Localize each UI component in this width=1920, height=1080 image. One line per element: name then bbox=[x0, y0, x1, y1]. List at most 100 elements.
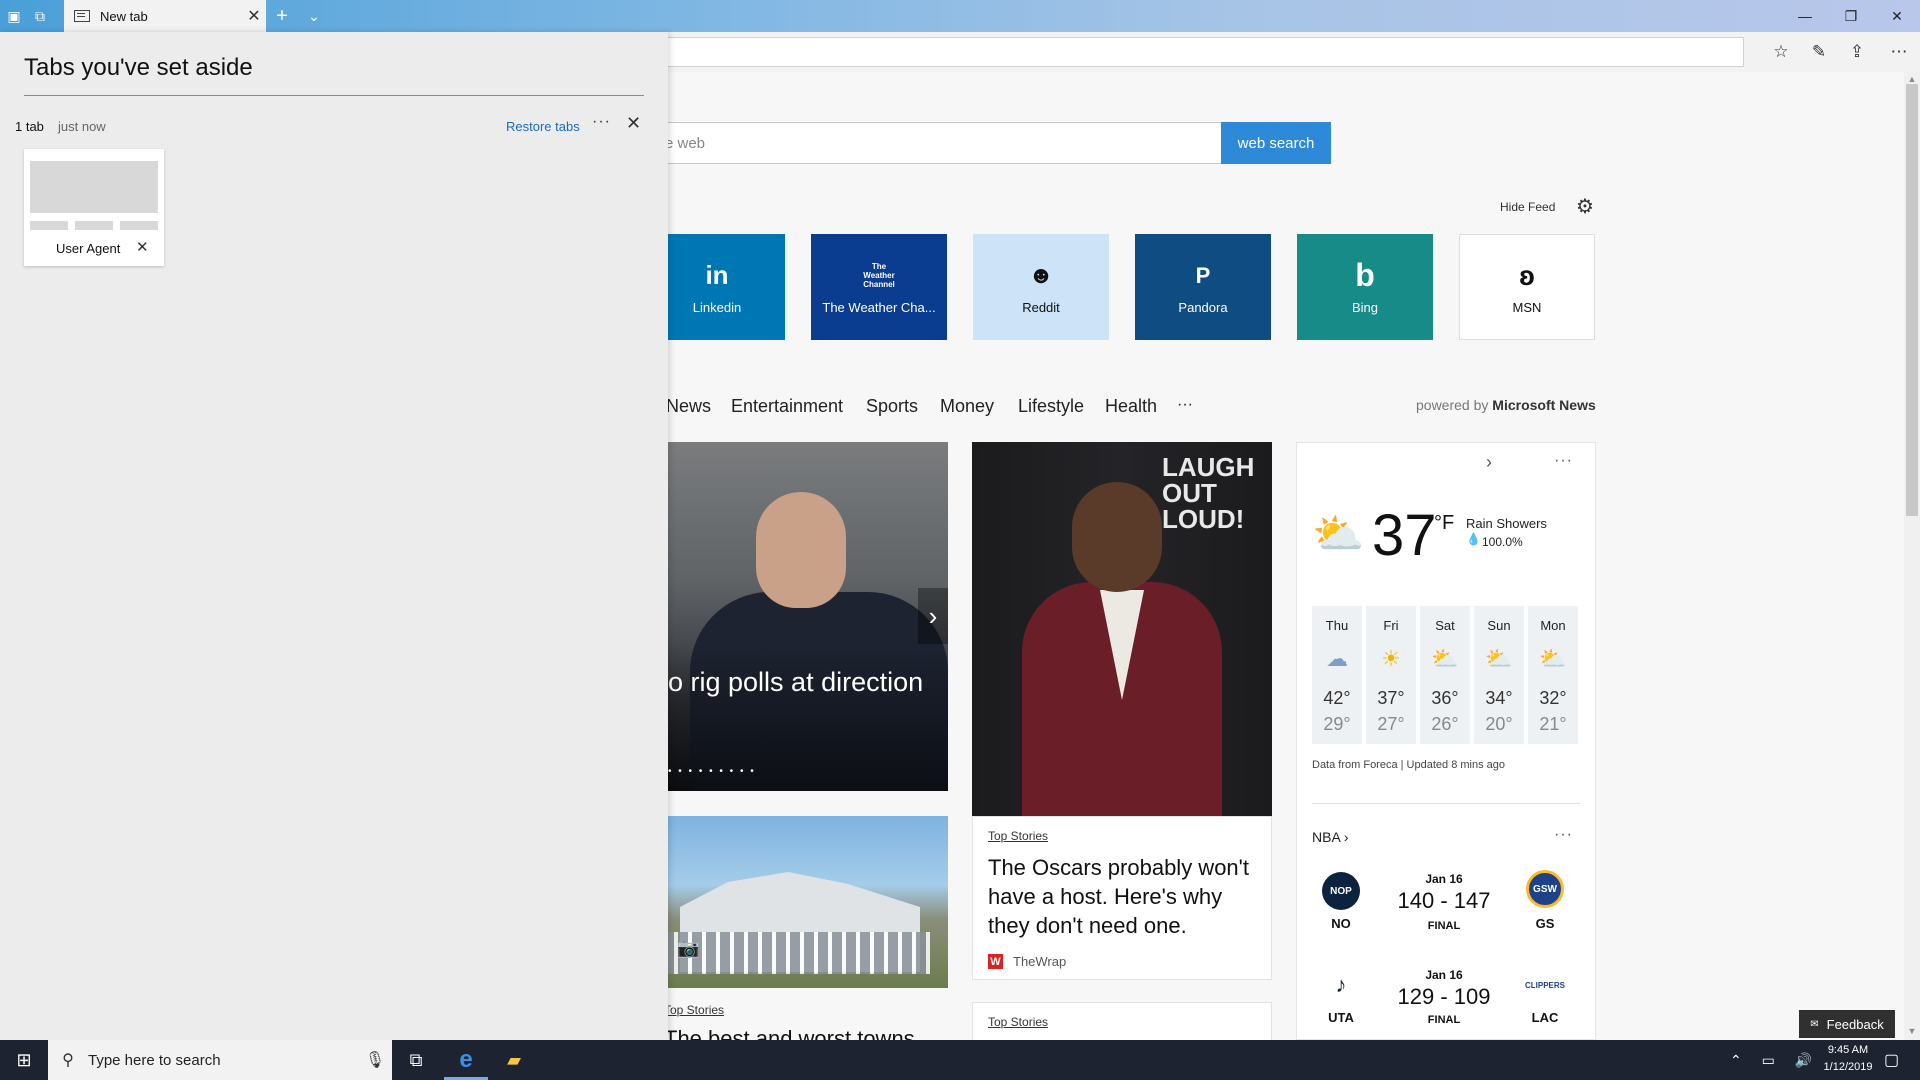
feedback-button[interactable]: ✉ Feedback bbox=[1799, 1010, 1895, 1038]
pen-icon[interactable]: ✎ bbox=[1804, 38, 1834, 66]
close-icon[interactable]: ✕ bbox=[626, 113, 641, 134]
rain-showers-icon: ⛅ bbox=[1312, 510, 1365, 557]
more-icon[interactable]: ··· bbox=[1554, 452, 1573, 470]
minimize-button[interactable]: — bbox=[1782, 0, 1828, 32]
search-input[interactable]: e web bbox=[580, 122, 1222, 164]
tile-reddit[interactable]: ☻ Reddit bbox=[973, 234, 1109, 340]
scroll-up-icon[interactable]: ▲ bbox=[1904, 74, 1920, 86]
msn-butterfly-icon: ʚ bbox=[1519, 259, 1535, 291]
system-tray-icons[interactable]: ⌃ ▭ 🔊 bbox=[1730, 1052, 1820, 1069]
tile-label: Reddit bbox=[1022, 299, 1060, 315]
microphone-icon[interactable]: 🎙 bbox=[358, 1050, 392, 1070]
tile-label: MSN bbox=[1512, 299, 1542, 315]
thewrap-logo-icon: W bbox=[988, 954, 1003, 969]
news-card[interactable]: Top Stories The Oscars probably won't ha… bbox=[972, 816, 1272, 980]
weather-condition: Rain Showers bbox=[1466, 516, 1547, 531]
tile-pandora[interactable]: P Pandora bbox=[1135, 234, 1271, 340]
more-icon[interactable]: ⋯ bbox=[1884, 38, 1914, 66]
notification-icon[interactable]: ▢ bbox=[1884, 1050, 1899, 1070]
tab-preview-icon[interactable]: ⧉ bbox=[30, 6, 50, 26]
page-icon bbox=[74, 10, 90, 22]
microsoft-news-brand: Microsoft News bbox=[1492, 397, 1596, 413]
share-icon[interactable]: ⇪ bbox=[1842, 38, 1872, 66]
game-score[interactable]: 129 - 109 bbox=[1384, 984, 1504, 1010]
nav-news[interactable]: News bbox=[666, 396, 711, 417]
restore-tabs-link[interactable]: Restore tabs bbox=[506, 119, 580, 134]
nav-sports[interactable]: Sports bbox=[866, 396, 918, 417]
restore-button[interactable]: ❐ bbox=[1828, 0, 1874, 32]
edge-icon[interactable]: e bbox=[442, 1040, 490, 1080]
current-temperature: 37 bbox=[1372, 503, 1437, 568]
tile-msn[interactable]: ʚ MSN bbox=[1459, 234, 1595, 340]
web-search-button[interactable]: web search bbox=[1221, 122, 1331, 164]
warriors-logo-icon: GSW bbox=[1526, 870, 1564, 908]
game-score[interactable]: 140 - 147 bbox=[1384, 888, 1504, 914]
nav-more-icon[interactable]: ··· bbox=[1177, 396, 1193, 414]
game-date: Jan 16 bbox=[1425, 872, 1463, 886]
linkedin-icon: in bbox=[705, 260, 729, 290]
nav-money[interactable]: Money bbox=[940, 396, 994, 417]
set-aside-tab-thumbnail[interactable]: User Agent ✕ bbox=[24, 149, 164, 266]
team-name: LAC bbox=[1531, 1010, 1559, 1025]
clippers-logo-icon: CLIPPERS bbox=[1525, 966, 1565, 1004]
card-category[interactable]: Top Stories bbox=[664, 1003, 724, 1017]
pandora-icon: P bbox=[1195, 262, 1211, 288]
card-category[interactable]: Top Stories bbox=[988, 829, 1048, 843]
hide-feed-link[interactable]: Hide Feed bbox=[1500, 200, 1555, 214]
forecast-day[interactable]: Sun ⛅ 34° 20° bbox=[1474, 606, 1524, 744]
panel-title: Tabs you've set aside bbox=[24, 54, 253, 81]
tabs-set-aside-panel: Tabs you've set aside 1 tab just now Res… bbox=[0, 32, 668, 1040]
more-icon[interactable]: ··· bbox=[1554, 826, 1573, 844]
card-title[interactable]: The Oscars probably won't have a host. H… bbox=[988, 853, 1264, 940]
chevron-right-icon: › bbox=[1343, 829, 1349, 845]
close-icon[interactable]: ✕ bbox=[136, 238, 149, 256]
address-bar[interactable] bbox=[640, 37, 1744, 67]
forecast-day[interactable]: Sat ⛅ 36° 26° bbox=[1420, 606, 1470, 744]
tile-label: The Weather Cha... bbox=[822, 299, 936, 315]
news-card[interactable]: Top Stories bbox=[972, 1002, 1272, 1042]
carousel-dots[interactable]: • • • • • • • • • bbox=[668, 766, 756, 777]
nav-health[interactable]: Health bbox=[1105, 396, 1157, 417]
windows-start-icon[interactable]: ⊞ bbox=[0, 1040, 48, 1080]
sun-icon: ☀ bbox=[1381, 646, 1401, 671]
search-placeholder: e web bbox=[665, 135, 706, 152]
close-tab-icon[interactable]: ✕ bbox=[242, 6, 266, 26]
nav-lifestyle[interactable]: Lifestyle bbox=[1018, 396, 1084, 417]
temperature-unit[interactable]: °F bbox=[1434, 512, 1454, 535]
game-status: FINAL bbox=[1427, 920, 1461, 932]
chevron-right-icon[interactable]: › bbox=[1486, 452, 1492, 473]
task-view-icon[interactable]: ⧉ bbox=[392, 1040, 440, 1080]
clock-time[interactable]: 9:45 AM bbox=[1810, 1044, 1886, 1056]
tile-linkedin[interactable]: in Linkedin bbox=[649, 234, 785, 340]
story-photo[interactable] bbox=[640, 816, 948, 988]
taskbar-search[interactable]: ⚲ Type here to search 🎙 bbox=[48, 1040, 392, 1080]
more-icon[interactable]: ··· bbox=[592, 113, 611, 131]
file-explorer-icon[interactable]: ▰ bbox=[490, 1040, 538, 1080]
tile-bing[interactable]: b Bing bbox=[1297, 234, 1433, 340]
team-name: GS bbox=[1535, 916, 1555, 931]
tab-list-icon[interactable]: ⌄ bbox=[304, 6, 324, 26]
gear-icon[interactable]: ⚙ bbox=[1574, 194, 1596, 218]
clock-date[interactable]: 1/12/2019 bbox=[1810, 1061, 1886, 1073]
tile-label: Pandora bbox=[1178, 299, 1228, 315]
chevron-right-icon[interactable]: › bbox=[918, 588, 948, 644]
close-window-button[interactable]: ✕ bbox=[1874, 0, 1920, 32]
tab-new-tab[interactable]: New tab ✕ bbox=[64, 0, 266, 32]
weather-source[interactable]: Data from Foreca | Updated 8 mins ago bbox=[1312, 759, 1505, 771]
nav-entertainment[interactable]: Entertainment bbox=[731, 396, 843, 417]
new-tab-icon[interactable]: + bbox=[272, 5, 292, 27]
nba-link[interactable]: NBA › bbox=[1312, 829, 1349, 845]
forecast-day[interactable]: Thu ☁ 42° 29° bbox=[1312, 606, 1362, 744]
forecast-day[interactable]: Mon ⛅ 32° 21° bbox=[1528, 606, 1578, 744]
story-photo[interactable]: LAUGH OUT LOUD! bbox=[972, 442, 1272, 816]
scrollbar-thumb[interactable] bbox=[1906, 84, 1918, 516]
set-aside-tabs-icon[interactable]: ▣ bbox=[4, 6, 24, 26]
tile-weather-channel[interactable]: The Weather Channel The Weather Cha... bbox=[811, 234, 947, 340]
powered-by: powered by Microsoft News bbox=[1416, 397, 1596, 413]
favorites-icon[interactable]: ☆ bbox=[1766, 38, 1796, 66]
tile-label: Bing bbox=[1351, 299, 1379, 315]
camera-icon: 📷 bbox=[677, 938, 700, 958]
scroll-down-icon[interactable]: ▼ bbox=[1904, 1026, 1920, 1038]
forecast-day[interactable]: Fri ☀ 37° 27° bbox=[1366, 606, 1416, 744]
card-category[interactable]: Top Stories bbox=[988, 1015, 1048, 1029]
